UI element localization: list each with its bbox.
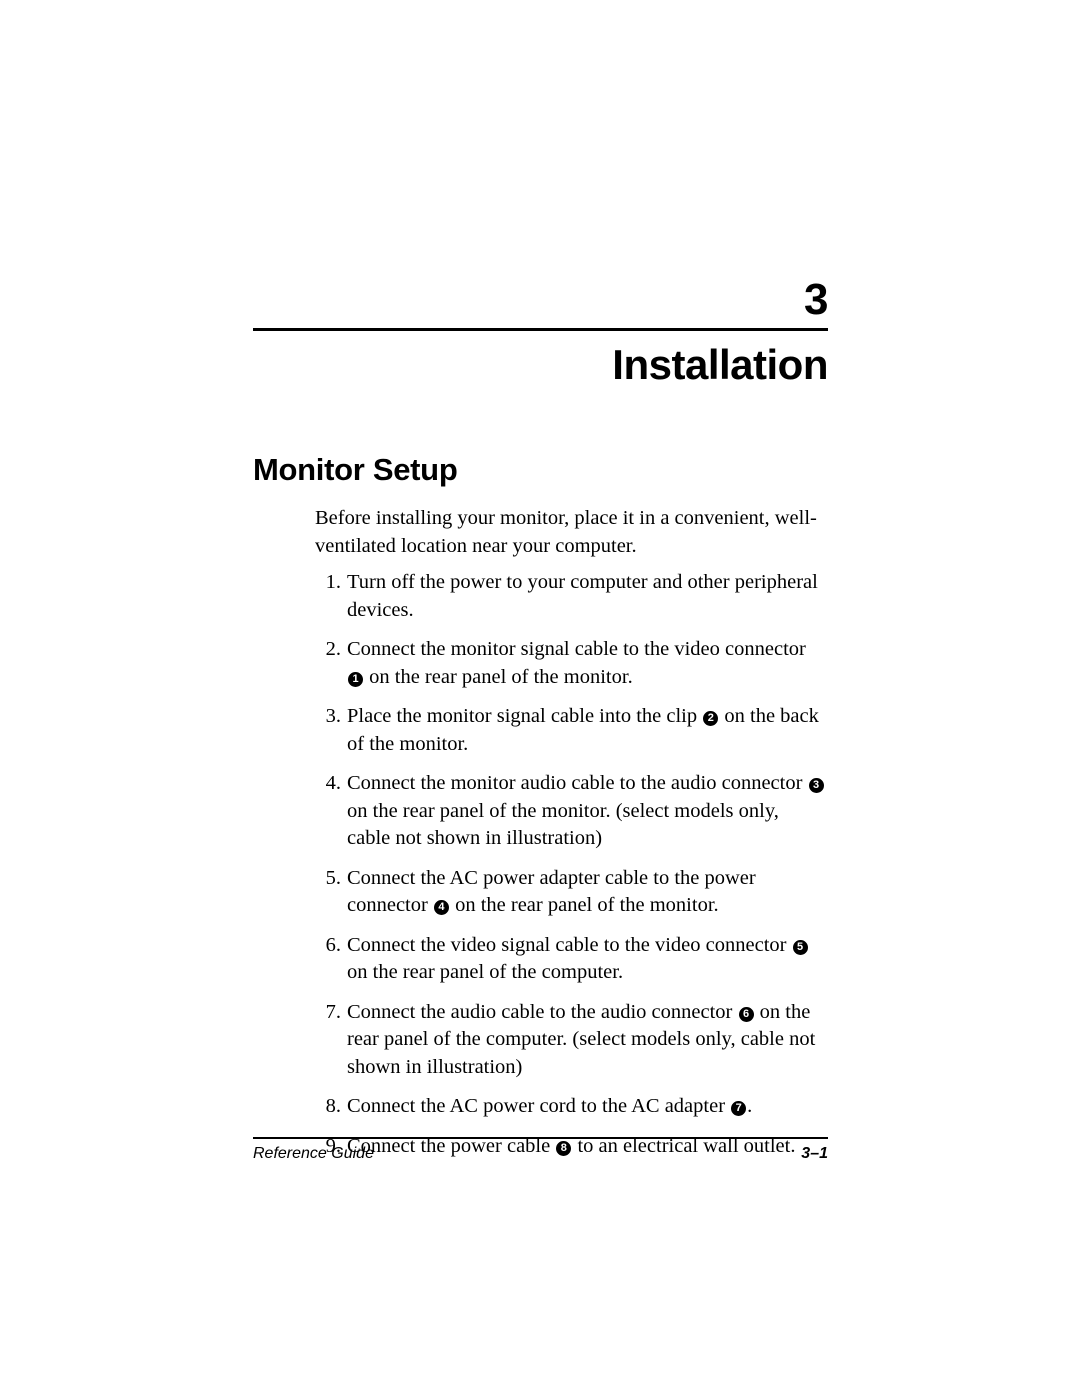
- footer-document-title: Reference Guide: [253, 1145, 374, 1162]
- step-number: 7.: [325, 1000, 341, 1023]
- callout-number-icon: 7: [731, 1101, 747, 1116]
- document-page: 3 Installation Monitor Setup Before inst…: [0, 0, 1080, 1397]
- step-number: 4.: [325, 772, 341, 794]
- page-footer: Reference Guide 3–1: [253, 1137, 828, 1163]
- callout-number-icon: 4: [433, 900, 449, 915]
- callout-number-icon: 2: [703, 711, 719, 726]
- intro-paragraph: Before installing your monitor, place it…: [315, 507, 817, 557]
- callout-number-icon: 6: [738, 1006, 754, 1022]
- list-item: 7. Connect the audio cable to the audio c…: [315, 999, 827, 1082]
- footer-page-number: 3–1: [801, 1145, 828, 1162]
- step-text: Connect the AC power cord to the AC adap…: [347, 1095, 753, 1117]
- step-text: Place the monitor signal cable into the …: [347, 705, 819, 755]
- step-number: 3.: [325, 705, 341, 727]
- callout-number-icon: 3: [808, 778, 824, 793]
- chapter-number: 3: [804, 275, 828, 324]
- list-item: 3. Place the monitor signal cable into th…: [315, 703, 827, 758]
- step-number: 2.: [325, 638, 341, 660]
- step-text: Connect the video signal cable to the vi…: [347, 932, 827, 987]
- step-number: 1.: [325, 571, 341, 593]
- chapter-header: 3 Installation: [253, 275, 829, 391]
- footer-row: Reference Guide 3–1: [253, 1145, 828, 1163]
- step-text: Connect the monitor signal cable to the …: [347, 638, 806, 688]
- step-text: Turn off the power to your computer and …: [347, 571, 818, 621]
- list-item: 1. Turn off the power to your computer an…: [315, 569, 827, 624]
- step-text: Connect the monitor audio cable to the a…: [347, 770, 827, 853]
- callout-number-icon: 5: [792, 939, 808, 955]
- footer-rule: [253, 1137, 828, 1139]
- list-item: 4. Connect the monitor audio cable to the…: [315, 770, 827, 853]
- chapter-header-rule: [253, 328, 828, 331]
- installation-step-list: 1. Turn off the power to your computer an…: [315, 569, 827, 1160]
- step-number: 8.: [325, 1095, 341, 1117]
- list-item: 8. Connect the AC power cord to the AC ad…: [315, 1093, 827, 1121]
- list-item: 2. Connect the monitor signal cable to th…: [315, 636, 827, 691]
- section-heading: Monitor Setup: [253, 452, 458, 487]
- step-text: Connect the audio cable to the audio con…: [347, 1000, 816, 1078]
- section-body: Before installing your monitor, place it…: [315, 505, 827, 1160]
- chapter-title: Installation: [612, 341, 828, 388]
- step-number: 6.: [325, 933, 341, 956]
- list-item: 6. Connect the video signal cable to the …: [315, 932, 827, 987]
- step-text: Connect the AC power adapter cable to th…: [347, 866, 756, 917]
- step-number: 5.: [325, 866, 341, 889]
- callout-number-icon: 1: [348, 671, 363, 687]
- list-item: 5. Connect the AC power adapter cable to …: [315, 865, 827, 920]
